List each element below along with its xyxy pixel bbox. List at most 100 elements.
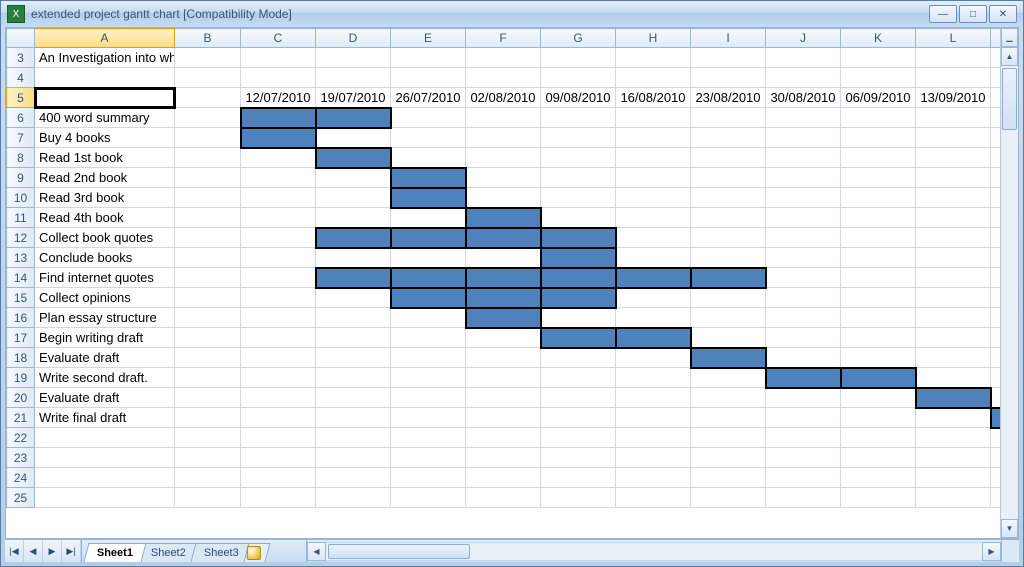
cell[interactable] xyxy=(841,468,916,488)
cell[interactable] xyxy=(616,388,691,408)
cell[interactable] xyxy=(916,488,991,508)
cell[interactable] xyxy=(691,188,766,208)
cell[interactable] xyxy=(616,308,691,328)
cell[interactable] xyxy=(991,428,1001,448)
cell[interactable] xyxy=(691,48,766,68)
cell[interactable] xyxy=(175,68,241,88)
cell[interactable] xyxy=(691,328,766,348)
cell[interactable] xyxy=(616,68,691,88)
cell[interactable] xyxy=(316,428,391,448)
cell[interactable] xyxy=(841,188,916,208)
row-header[interactable]: 24 xyxy=(7,468,35,488)
cell[interactable] xyxy=(316,288,391,308)
cell[interactable] xyxy=(316,208,391,228)
cell[interactable] xyxy=(391,108,466,128)
cell[interactable] xyxy=(241,48,316,68)
cell[interactable] xyxy=(841,388,916,408)
cell[interactable] xyxy=(991,248,1001,268)
cell[interactable] xyxy=(241,388,316,408)
cell[interactable] xyxy=(175,288,241,308)
cell[interactable] xyxy=(766,388,841,408)
gantt-bar-cell[interactable] xyxy=(316,268,391,288)
cell[interactable] xyxy=(841,128,916,148)
row-header[interactable]: 6 xyxy=(7,108,35,128)
task-name-cell[interactable]: Read 4th book xyxy=(35,208,175,228)
cell[interactable] xyxy=(691,288,766,308)
cell[interactable] xyxy=(616,108,691,128)
cell[interactable] xyxy=(841,148,916,168)
row-header[interactable]: 11 xyxy=(7,208,35,228)
cell[interactable] xyxy=(766,228,841,248)
gantt-bar-cell[interactable] xyxy=(316,148,391,168)
cell[interactable] xyxy=(841,168,916,188)
row-header[interactable]: 15 xyxy=(7,288,35,308)
cell[interactable] xyxy=(766,348,841,368)
cell[interactable] xyxy=(541,468,616,488)
task-name-cell[interactable]: Buy 4 books xyxy=(35,128,175,148)
cell[interactable] xyxy=(466,468,541,488)
cell[interactable] xyxy=(916,408,991,428)
cell[interactable] xyxy=(616,168,691,188)
column-header[interactable]: M xyxy=(991,29,1001,48)
cell[interactable] xyxy=(391,328,466,348)
scroll-split-top-icon[interactable]: ▁ xyxy=(1001,28,1018,47)
cell[interactable] xyxy=(991,328,1001,348)
cell[interactable] xyxy=(316,248,391,268)
gantt-bar-cell[interactable] xyxy=(541,228,616,248)
cell[interactable] xyxy=(691,388,766,408)
scroll-left-button[interactable]: ◀ xyxy=(307,542,326,561)
row-header[interactable]: 14 xyxy=(7,268,35,288)
date-header-cell[interactable]: 12/07/2010 xyxy=(241,88,316,108)
cell[interactable] xyxy=(316,408,391,428)
cell[interactable] xyxy=(541,388,616,408)
gantt-bar-cell[interactable] xyxy=(466,228,541,248)
cell[interactable] xyxy=(766,428,841,448)
task-name-cell[interactable]: Write final draft xyxy=(35,408,175,428)
cell[interactable] xyxy=(916,228,991,248)
cell[interactable] xyxy=(175,248,241,268)
cell[interactable] xyxy=(916,348,991,368)
cell[interactable] xyxy=(541,208,616,228)
cell[interactable] xyxy=(616,428,691,448)
cell[interactable] xyxy=(391,68,466,88)
cell[interactable] xyxy=(316,68,391,88)
cell[interactable] xyxy=(841,108,916,128)
column-header[interactable]: I xyxy=(691,29,766,48)
cell[interactable] xyxy=(916,128,991,148)
cell[interactable] xyxy=(691,448,766,468)
task-name-cell[interactable]: Read 2nd book xyxy=(35,168,175,188)
cell[interactable] xyxy=(541,348,616,368)
cell[interactable] xyxy=(466,328,541,348)
cell[interactable] xyxy=(916,188,991,208)
column-header[interactable]: J xyxy=(766,29,841,48)
cell[interactable] xyxy=(175,468,241,488)
cell[interactable] xyxy=(691,68,766,88)
cell[interactable] xyxy=(35,448,175,468)
cell[interactable] xyxy=(766,188,841,208)
cell[interactable] xyxy=(991,468,1001,488)
cell[interactable] xyxy=(241,268,316,288)
cell[interactable] xyxy=(616,208,691,228)
cell[interactable] xyxy=(691,168,766,188)
row-header[interactable]: 9 xyxy=(7,168,35,188)
cell[interactable] xyxy=(766,168,841,188)
cell[interactable] xyxy=(466,428,541,448)
gantt-bar-cell[interactable] xyxy=(241,128,316,148)
cell[interactable] xyxy=(316,168,391,188)
cell[interactable] xyxy=(991,128,1001,148)
column-header[interactable]: K xyxy=(841,29,916,48)
row-header[interactable]: 16 xyxy=(7,308,35,328)
task-name-cell[interactable]: Write second draft. xyxy=(35,368,175,388)
cell[interactable] xyxy=(35,468,175,488)
row-header[interactable]: 25 xyxy=(7,488,35,508)
vertical-scroll-thumb[interactable] xyxy=(1002,68,1017,130)
cell[interactable] xyxy=(466,408,541,428)
minimize-button[interactable]: — xyxy=(929,5,957,23)
cell[interactable] xyxy=(316,368,391,388)
cell[interactable] xyxy=(241,228,316,248)
cell[interactable] xyxy=(691,248,766,268)
cell[interactable] xyxy=(991,188,1001,208)
horizontal-scrollbar[interactable]: ◀ ▶ xyxy=(306,540,1001,562)
cell[interactable] xyxy=(991,268,1001,288)
cell[interactable] xyxy=(541,428,616,448)
